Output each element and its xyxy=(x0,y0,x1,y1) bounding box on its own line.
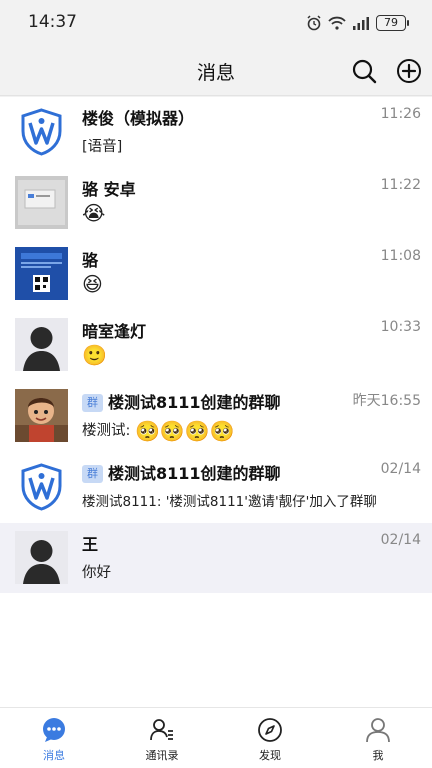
status-icons: 79 xyxy=(306,13,409,33)
signal-icon xyxy=(353,17,369,30)
conversation-time: 昨天16:55 xyxy=(352,393,421,409)
conversation-name: 骆 xyxy=(82,251,99,270)
conversation-name: 群楼测试8111创建的群聊 xyxy=(82,389,281,413)
search-icon[interactable] xyxy=(350,57,378,85)
conversation-preview: 😭 xyxy=(82,201,106,225)
conversation-name: 楼俊（模拟器） xyxy=(82,109,195,128)
contacts-icon xyxy=(150,719,173,741)
conversation-time: 11:22 xyxy=(380,177,421,193)
conversation-time: 11:26 xyxy=(380,106,421,122)
tab-label: 消息 xyxy=(43,749,65,762)
conversation-preview: 楼测试8111: '楼测试8111'邀请'靓仔'加入了群聊 xyxy=(82,494,377,510)
avatar xyxy=(15,176,68,229)
conversation-name: 群楼测试8111创建的群聊 xyxy=(82,460,281,484)
tab-label: 发现 xyxy=(259,749,281,762)
preview-sender: 楼测试: xyxy=(82,423,131,439)
avatar xyxy=(15,531,68,584)
conversation-preview: [语音] xyxy=(82,139,123,155)
tab-label: 我 xyxy=(372,749,384,762)
poster-avatar-icon xyxy=(15,247,68,300)
top-bar: 消息 xyxy=(0,44,432,96)
conversation-name-text: 楼测试8111创建的群聊 xyxy=(108,393,281,412)
group-tag: 群 xyxy=(82,394,103,412)
default-user-avatar-icon xyxy=(15,318,68,371)
preview-emojis: 🥺🥺🥺🥺 xyxy=(135,419,235,443)
conversation-item[interactable]: 群楼测试8111创建的群聊 02/14 楼测试8111: '楼测试8111'邀请… xyxy=(0,452,432,522)
conversation-time: 02/14 xyxy=(380,461,421,477)
conversation-name: 暗室逢灯 xyxy=(82,322,147,341)
shield-logo-icon xyxy=(15,105,68,158)
add-icon[interactable] xyxy=(395,57,423,85)
conversation-name: 王 xyxy=(82,535,99,554)
chat-bubble-icon xyxy=(43,718,65,742)
cartoon-avatar-icon xyxy=(15,389,68,442)
alarm-icon xyxy=(307,15,321,31)
user-icon xyxy=(366,718,390,743)
conversation-name-text: 楼测试8111创建的群聊 xyxy=(108,464,281,483)
avatar xyxy=(15,389,68,442)
shield-logo-icon xyxy=(15,460,68,513)
conversation-item[interactable]: 楼俊（模拟器） 11:26 [语音] xyxy=(0,97,432,167)
conversation-time: 10:33 xyxy=(380,319,421,335)
conversation-item[interactable]: 群楼测试8111创建的群聊 昨天16:55 楼测试: 🥺🥺🥺🥺 xyxy=(0,381,432,451)
wifi-icon xyxy=(328,16,346,30)
tab-label: 通讯录 xyxy=(145,749,179,762)
tab-contacts[interactable]: 通讯录 xyxy=(108,708,216,768)
status-bar: 14:37 79 xyxy=(0,0,432,44)
conversation-item[interactable]: 骆 11:08 😆 xyxy=(0,239,432,309)
conversation-preview: 😆 xyxy=(82,272,103,296)
conversation-item[interactable]: 骆 安卓 11:22 😭 xyxy=(0,168,432,238)
tab-discover[interactable]: 发现 xyxy=(216,708,324,768)
conversation-list: 楼俊（模拟器） 11:26 [语音] 骆 安卓 11:22 😭 骆 11:08 … xyxy=(0,97,432,707)
avatar xyxy=(15,247,68,300)
conversation-time: 02/14 xyxy=(380,532,421,548)
conversation-name: 骆 安卓 xyxy=(82,180,136,199)
default-user-avatar-icon xyxy=(15,531,68,584)
photo-avatar-icon xyxy=(15,176,68,229)
conversation-preview: 🙂 xyxy=(82,343,107,367)
avatar xyxy=(15,105,68,158)
bottom-tab-bar: 消息 通讯录 发现 我 xyxy=(0,707,432,768)
battery-icon: 79 xyxy=(376,15,409,31)
status-time: 14:37 xyxy=(28,12,77,32)
conversation-time: 11:08 xyxy=(380,248,421,264)
compass-icon xyxy=(258,718,282,742)
conversation-preview: 你好 xyxy=(82,565,111,581)
avatar xyxy=(15,318,68,371)
conversation-item[interactable]: 王 02/14 你好 xyxy=(0,523,432,593)
conversation-item[interactable]: 暗室逢灯 10:33 🙂 xyxy=(0,310,432,380)
tab-messages[interactable]: 消息 xyxy=(0,708,108,768)
tab-me[interactable]: 我 xyxy=(324,708,432,768)
group-tag: 群 xyxy=(82,465,103,483)
avatar xyxy=(15,460,68,513)
conversation-preview: 楼测试: 🥺🥺🥺🥺 xyxy=(82,419,235,443)
